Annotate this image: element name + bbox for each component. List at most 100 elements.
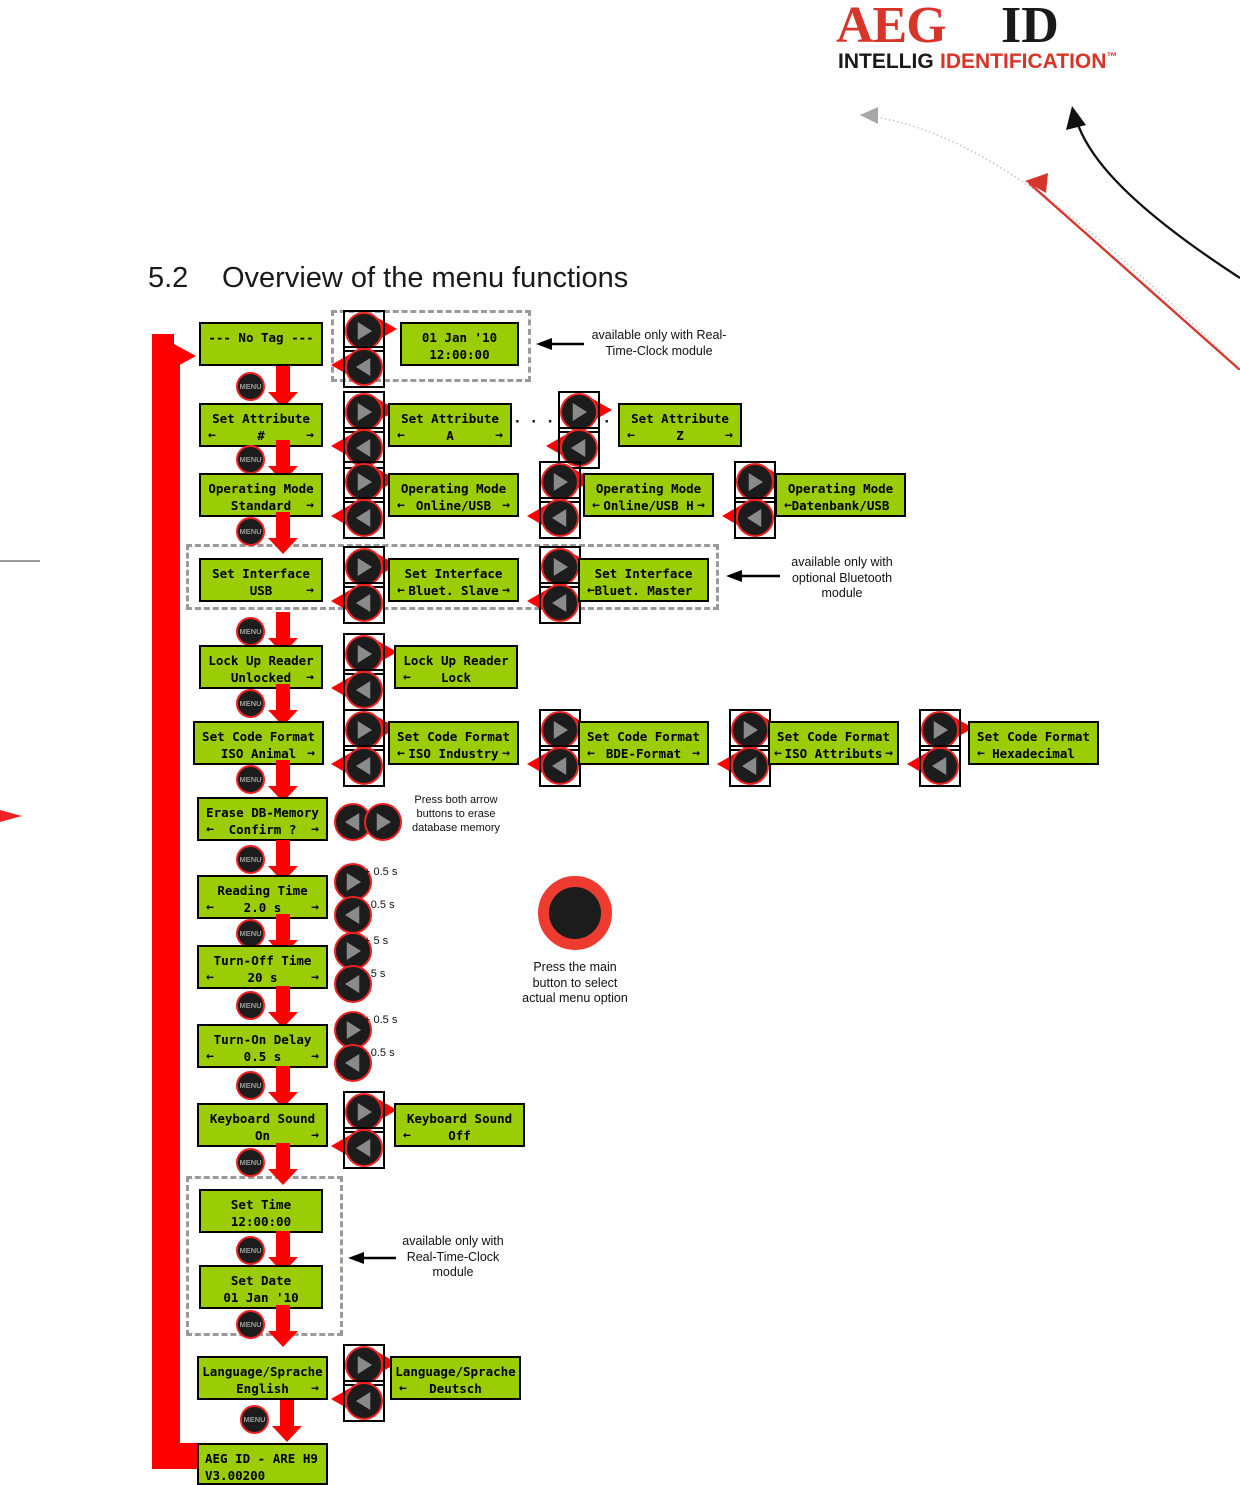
arrow-button-pair-language[interactable] [331, 1344, 397, 1422]
section-title-text: Overview of the menu functions [222, 262, 629, 294]
arrow-button-pair-lock[interactable] [331, 633, 397, 711]
menu-button[interactable]: MENU [236, 445, 265, 474]
arrow-button-pair-opmode-1[interactable] [331, 461, 397, 539]
decrement-label-turn-on-delay: - 0.5 s [364, 1047, 395, 1059]
header-swoosh-artwork [859, 106, 1240, 370]
lcd-line2: ← Z → [627, 428, 733, 443]
lcd-left-arrow-icon: ← [977, 746, 985, 761]
arrow-button-pair-attribute-1[interactable] [331, 391, 397, 469]
increment-label-turn-on-delay: + 0.5 s [364, 1014, 398, 1026]
lcd-line1: Turn-On Delay [213, 1032, 312, 1047]
lcd-line1: Keyboard Sound [406, 1111, 513, 1126]
lcd-line2: English → [236, 1381, 319, 1396]
lcd-line1: Erase DB-Memory [206, 805, 319, 820]
menu-button[interactable]: MENU [236, 919, 265, 948]
lcd-right-arrow-icon: → [311, 970, 319, 985]
lcd-left-arrow-icon: ← [206, 970, 214, 985]
lcd-line1: Set Time [230, 1197, 292, 1212]
page-edge-triangle-mark [0, 810, 22, 822]
lcd-line1: Language/Sprache [395, 1364, 516, 1379]
lcd-line2: ← 2.0 s → [206, 900, 319, 915]
lcd-line1: Reading Time [217, 883, 308, 898]
lcd-line2: ← Online/USB → [397, 498, 510, 513]
arrow-button-pair-opmode-2[interactable] [527, 461, 593, 539]
lcd-right-arrow-icon: → [502, 498, 510, 513]
arrow-left-highlight [343, 1380, 385, 1422]
lcd-right-arrow-icon: → [725, 428, 733, 443]
lcd-left-arrow-icon: ← [397, 583, 405, 598]
menu-button[interactable]: MENU [236, 689, 265, 718]
menu-button[interactable]: MENU [236, 765, 265, 794]
screen-operating-mode-online-usb: Operating Mode ← Online/USB → [388, 473, 519, 517]
lcd-line2: 12:00:00 [429, 347, 490, 362]
arrow-left-highlight [343, 582, 385, 624]
lcd-line1: Operating Mode [400, 481, 507, 496]
screen-code-format-iso-attributs: Set Code Format ← ISO Attributs → [768, 721, 899, 765]
lcd-right-arrow-icon: → [311, 822, 319, 837]
screen-set-attribute-a: Set Attribute ← A → [388, 403, 512, 447]
arrow-button-pair-idle[interactable] [331, 310, 397, 388]
rtc-top-pointer-arrow [536, 338, 584, 350]
menu-button[interactable]: MENU [236, 845, 265, 874]
arrow-button-pair-code-4[interactable] [907, 709, 973, 787]
lcd-left-arrow-icon: ← [206, 900, 214, 915]
menu-button[interactable]: MENU [240, 1405, 269, 1434]
lcd-left-arrow-icon: ← [627, 428, 635, 443]
lcd-line1: Operating Mode [595, 481, 702, 496]
bluetooth-caption: available only with optional Bluetooth m… [791, 555, 893, 601]
lcd-line2 [201, 346, 321, 363]
bluetooth-pointer-arrow [726, 570, 780, 582]
screen-code-format-iso-animal: Set Code Format ISO Animal → [193, 721, 324, 765]
lcd-left-arrow-icon: ← [397, 746, 405, 761]
lcd-line1: Set Interface [404, 566, 503, 581]
screen-code-format-hexadecimal: Set Code Format ← Hexadecimal [968, 721, 1099, 765]
lcd-right-arrow-icon: → [502, 583, 510, 598]
lcd-right-arrow-icon: → [697, 498, 705, 513]
lcd-line2: ← # → [208, 428, 314, 443]
screen-lock-up-reader-lock: Lock Up Reader ← Lock [394, 645, 518, 689]
flow-return-horizontal [152, 1443, 197, 1469]
main-select-button[interactable] [538, 876, 612, 950]
screen-language-deutsch: Language/Sprache ← Deutsch [390, 1356, 521, 1400]
lcd-right-arrow-icon: → [306, 583, 314, 598]
lcd-line1: Operating Mode [208, 481, 314, 496]
menu-button[interactable]: MENU [236, 991, 265, 1020]
arrow-button-pair-code-1[interactable] [331, 709, 397, 787]
lcd-right-arrow-icon: → [311, 1381, 319, 1396]
lcd-line2: ← ISO Industry → [397, 746, 510, 761]
flow-return-vertical [152, 355, 180, 1453]
lcd-right-arrow-icon: → [495, 428, 503, 443]
arrow-left-highlight [343, 346, 385, 388]
menu-button[interactable]: MENU [236, 1236, 265, 1265]
menu-button[interactable]: MENU [236, 1148, 265, 1177]
lcd-line1: Set Attribute [631, 411, 729, 426]
menu-button[interactable]: MENU [236, 517, 265, 546]
screen-datetime: 01 Jan '10 12:00:00 [400, 322, 519, 366]
arrow-button-pair-keyboard-sound[interactable] [331, 1091, 397, 1169]
lcd-line2: Unlocked → [230, 670, 314, 685]
menu-button[interactable]: MENU [236, 1310, 265, 1339]
arrow-left-highlight [343, 745, 385, 787]
lcd-right-arrow-icon: → [306, 670, 314, 685]
screen-set-attribute-hash: Set Attribute ← # → [199, 403, 323, 447]
lcd-line2: ← Lock [403, 670, 472, 685]
lcd-line2: 01 Jan '10 [223, 1290, 299, 1305]
lcd-line1: Set Interface [594, 566, 693, 581]
arrow-button-pair-interface-1[interactable] [331, 546, 397, 624]
menu-button[interactable]: MENU [236, 617, 265, 646]
arrow-left-highlight [539, 745, 581, 787]
flow-down-arrow [268, 986, 298, 1028]
lcd-left-arrow-icon: ← [587, 583, 595, 598]
lcd-line1: Set Interface [212, 566, 310, 581]
lcd-line1: --- No Tag --- [208, 330, 314, 345]
rtc-top-caption: available only with Real-Time-Clock modu… [591, 328, 727, 358]
lcd-line2: ← Off [403, 1128, 471, 1143]
menu-button[interactable]: MENU [236, 372, 265, 401]
arrow-right-button-erase[interactable] [364, 803, 402, 841]
menu-button[interactable]: MENU [236, 1071, 265, 1100]
screen-language-english: Language/Sprache English → [197, 1356, 328, 1400]
lcd-line1: Set Attribute [401, 411, 499, 426]
lcd-line1: Set Code Format [587, 729, 700, 744]
lcd-line2: On → [254, 1128, 319, 1143]
arrow-left-highlight [734, 497, 776, 539]
